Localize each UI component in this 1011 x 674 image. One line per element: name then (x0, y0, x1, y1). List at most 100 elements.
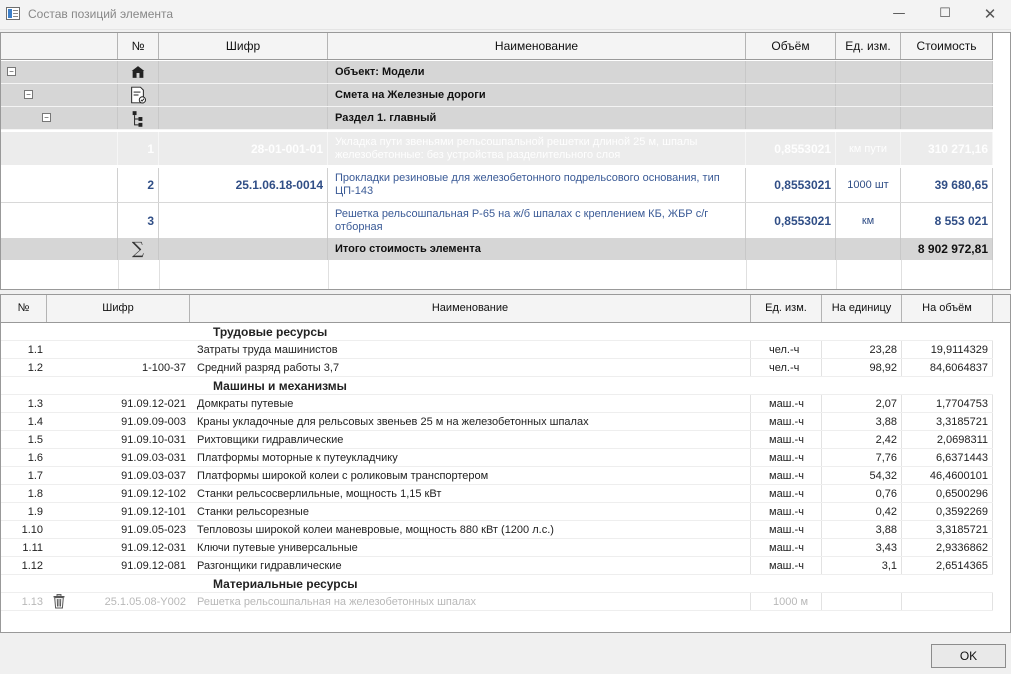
total-label: Итого стоимость элемента (328, 238, 746, 260)
volume-cell (746, 238, 836, 260)
resource-per-unit: 3,1 (822, 557, 902, 574)
resource-per-volume: 1,7704753 (902, 395, 993, 412)
resource-code: 91.09.12-081 (121, 560, 186, 572)
tree-cell (1, 238, 118, 260)
header-name[interactable]: Наименование (190, 295, 751, 322)
section-tree-icon (132, 111, 143, 127)
collapse-toggle[interactable]: − (7, 67, 16, 76)
resource-group-row[interactable]: Машины и механизмы (1, 377, 993, 395)
resource-row[interactable]: 1.3 91.09.12-021 Домкраты путевые маш.-ч 2,0… (1, 395, 993, 413)
resource-row[interactable]: 1.6 91.09.03-031 Платформы моторные к путе… (1, 449, 993, 467)
resource-code (47, 575, 190, 592)
resource-row[interactable]: 1.10 91.09.05-023 Тепловозы широкой колеи … (1, 521, 993, 539)
resource-unit (751, 377, 822, 394)
tree-node-name: Раздел 1. главный (328, 107, 746, 129)
header-num[interactable]: № (118, 33, 159, 59)
ok-button[interactable]: OK (931, 644, 1006, 668)
app-icon (6, 7, 20, 20)
collapse-toggle[interactable]: − (24, 90, 33, 99)
resource-unit: маш.-ч (751, 539, 822, 556)
resource-num: 1.7 (27, 470, 43, 482)
header-code[interactable]: Шифр (47, 295, 190, 322)
resource-name: Решетка рельсошпальная на железобетонных… (190, 593, 751, 610)
resource-row[interactable]: 1.5 91.09.10-031 Рихтовщики гидравлические… (1, 431, 993, 449)
tree-row-section[interactable]: − Раздел 1. главный (1, 107, 993, 130)
header-cost[interactable]: Стоимость (901, 33, 993, 59)
header-unit[interactable]: Ед. изм. (836, 33, 901, 59)
position-name: Укладка пути звеньями рельсошпальной реш… (328, 132, 746, 165)
header-unit[interactable]: Ед. изм. (751, 295, 822, 322)
resource-code (47, 341, 190, 358)
resource-per-volume (902, 593, 993, 610)
resource-num: 1.9 (27, 506, 43, 518)
header-num[interactable]: № (1, 295, 47, 322)
title-bar: Состав позиций элемента — ☐ ✕ (0, 0, 1011, 30)
resource-name: Краны укладочные для рельсовых звеньев 2… (190, 413, 751, 430)
resource-per-volume (902, 323, 993, 340)
header-name[interactable]: Наименование (328, 33, 746, 59)
resource-unit: маш.-ч (751, 503, 822, 520)
header-volume[interactable]: Объём (746, 33, 836, 59)
resource-per-unit: 3,88 (822, 521, 902, 538)
resource-per-unit: 54,32 (822, 467, 902, 484)
resource-num: 1.3 (27, 398, 43, 410)
resource-code: 91.09.12-101 (121, 506, 186, 518)
header-per-volume[interactable]: На объём (902, 295, 993, 322)
position-cost: 310 271,16 (901, 132, 993, 165)
resource-per-unit: 3,88 (822, 413, 902, 430)
resource-per-volume: 6,6371443 (902, 449, 993, 466)
resource-row[interactable]: 1.8 91.09.12-102 Станки рельсосверлильные,… (1, 485, 993, 503)
resources-grid[interactable]: № Шифр Наименование Ед. изм. На единицу … (0, 294, 1011, 633)
resource-num: 1.1 (27, 344, 43, 356)
resource-num: 1.13 (21, 596, 43, 608)
resource-per-unit (822, 575, 902, 592)
resource-unit: чел.-ч (751, 341, 822, 358)
position-row[interactable]: 2 25.1.06.18-0014 Прокладки резиновые дл… (1, 168, 993, 203)
resource-name: Станки рельсорезные (190, 503, 751, 520)
minimize-button[interactable]: — (876, 0, 922, 30)
sigma-icon: ∑ (118, 238, 159, 260)
delete-icon[interactable] (53, 594, 65, 609)
resource-num: 1.10 (21, 524, 43, 536)
resource-unit: маш.-ч (751, 431, 822, 448)
close-button[interactable]: ✕ (967, 0, 1011, 30)
resource-row[interactable]: 1.1 Затраты труда машинистов чел.-ч 23,28 19… (1, 341, 993, 359)
maximize-button[interactable]: ☐ (922, 0, 968, 30)
positions-grid[interactable]: № Шифр Наименование Объём Ед. изм. Стоим… (0, 32, 1011, 290)
resource-name: Разгонщики гидравлические (190, 557, 751, 574)
resource-row[interactable]: 1.7 91.09.03-037 Платформы широкой колеи с… (1, 467, 993, 485)
resource-code: 91.09.12-021 (121, 398, 186, 410)
resource-per-unit: 2,42 (822, 431, 902, 448)
position-row[interactable]: 1 28-01-001-01 Укладка пути звеньями рел… (1, 132, 993, 166)
resource-group-row[interactable]: Трудовые ресурсы (1, 323, 993, 341)
tree-row-object[interactable]: − Объект: Модели (1, 61, 993, 84)
tree-row-estimate[interactable]: − Смета на Железные дороги (1, 84, 993, 107)
position-code: 25.1.06.18-0014 (159, 168, 328, 202)
resource-row[interactable]: 1.9 91.09.12-101 Станки рельсорезные маш.-ч… (1, 503, 993, 521)
resource-row[interactable]: 1.11 91.09.12-031 Ключи путевые универсаль… (1, 539, 993, 557)
resource-row[interactable]: 1.4 91.09.09-003 Краны укладочные для рель… (1, 413, 993, 431)
resource-row[interactable]: 1.2 1-100-37 Средний разряд работы 3,7 чел.… (1, 359, 993, 377)
header-code[interactable]: Шифр (159, 33, 328, 59)
resource-code: 91.09.09-003 (121, 416, 186, 428)
resource-row[interactable]: 1.12 91.09.12-081 Разгонщики гидравлически… (1, 557, 993, 575)
resource-row[interactable]: 1.13 25.1.05.08-Y002 Решетка рельсошпальна… (1, 593, 993, 611)
resource-num: 1.12 (21, 560, 43, 572)
resource-code: 91.09.12-102 (121, 488, 186, 500)
resource-name: Станки рельсосверлильные, мощность 1,15 … (190, 485, 751, 502)
grid-line (836, 260, 837, 289)
resource-unit (751, 323, 822, 340)
resource-num: 1.11 (22, 542, 43, 554)
tree-cell (1, 168, 118, 202)
volume-cell (746, 84, 836, 106)
resource-unit (751, 575, 822, 592)
resource-name: Ключи путевые универсальные (190, 539, 751, 556)
collapse-toggle[interactable]: − (42, 113, 51, 122)
code-cell (159, 84, 328, 106)
position-row[interactable]: 3 Решетка рельсошпальная Р-65 на ж/б шпа… (1, 203, 993, 238)
resource-group-row[interactable]: Материальные ресурсы (1, 575, 993, 593)
resource-unit: маш.-ч (751, 449, 822, 466)
resource-unit: маш.-ч (751, 485, 822, 502)
position-name: Прокладки резиновые для железобетонного … (328, 168, 746, 202)
header-per-unit[interactable]: На единицу (822, 295, 902, 322)
